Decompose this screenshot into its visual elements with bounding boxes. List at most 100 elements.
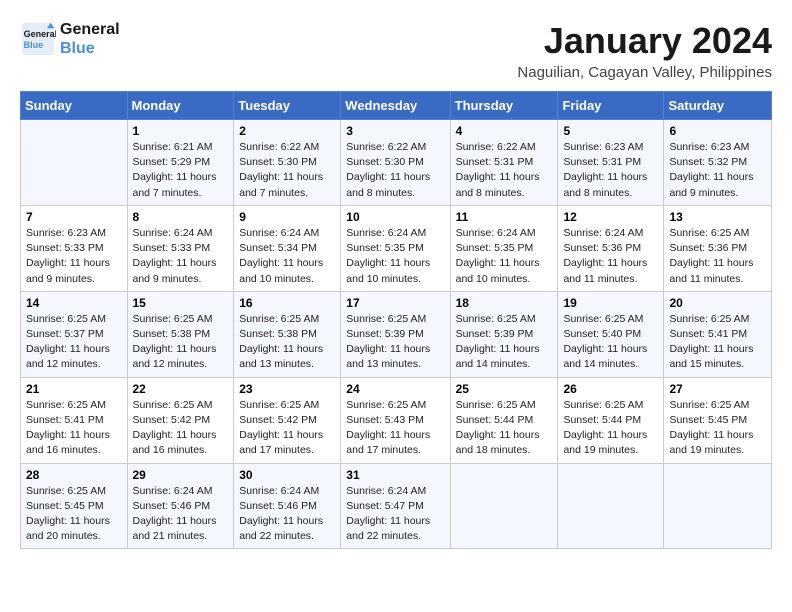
- day-info: Sunrise: 6:24 AMSunset: 5:36 PMDaylight:…: [563, 226, 658, 287]
- calendar-cell: 20 Sunrise: 6:25 AMSunset: 5:41 PMDayligh…: [664, 291, 772, 377]
- day-info: Sunrise: 6:22 AMSunset: 5:31 PMDaylight:…: [456, 140, 553, 201]
- day-number: 23: [239, 382, 335, 396]
- day-info: Sunrise: 6:25 AMSunset: 5:39 PMDaylight:…: [456, 312, 553, 373]
- day-number: 18: [456, 296, 553, 310]
- month-title: January 2024: [517, 20, 772, 62]
- calendar-cell: 23 Sunrise: 6:25 AMSunset: 5:42 PMDayligh…: [234, 377, 341, 463]
- day-info: Sunrise: 6:24 AMSunset: 5:33 PMDaylight:…: [133, 226, 229, 287]
- day-number: 25: [456, 382, 553, 396]
- calendar-week-3: 14 Sunrise: 6:25 AMSunset: 5:37 PMDayligh…: [21, 291, 772, 377]
- day-info: Sunrise: 6:23 AMSunset: 5:33 PMDaylight:…: [26, 226, 122, 287]
- day-number: 28: [26, 468, 122, 482]
- day-info: Sunrise: 6:25 AMSunset: 5:44 PMDaylight:…: [563, 398, 658, 459]
- day-number: 16: [239, 296, 335, 310]
- calendar-cell: [450, 463, 558, 549]
- day-info: Sunrise: 6:25 AMSunset: 5:41 PMDaylight:…: [669, 312, 766, 373]
- weekday-header-wednesday: Wednesday: [341, 92, 450, 120]
- day-number: 8: [133, 210, 229, 224]
- calendar-cell: 29Sunrise: 6:24 AMSunset: 5:46 PMDayligh…: [127, 463, 234, 549]
- calendar-cell: 14 Sunrise: 6:25 AMSunset: 5:37 PMDayligh…: [21, 291, 128, 377]
- weekday-header-saturday: Saturday: [664, 92, 772, 120]
- day-info: Sunrise: 6:25 AMSunset: 5:45 PMDaylight:…: [669, 398, 766, 459]
- logo-text-general: General: [60, 20, 120, 39]
- day-number: 14: [26, 296, 122, 310]
- day-number: 5: [563, 124, 658, 138]
- day-info: Sunrise: 6:25 AMSunset: 5:43 PMDaylight:…: [346, 398, 444, 459]
- day-number: 20: [669, 296, 766, 310]
- calendar-cell: 30Sunrise: 6:24 AMSunset: 5:46 PMDayligh…: [234, 463, 341, 549]
- calendar-cell: 5 Sunrise: 6:23 AMSunset: 5:31 PMDaylight…: [558, 120, 664, 206]
- day-number: 6: [669, 124, 766, 138]
- calendar-cell: 13Sunrise: 6:25 AMSunset: 5:36 PMDayligh…: [664, 205, 772, 291]
- calendar-cell: 3 Sunrise: 6:22 AMSunset: 5:30 PMDaylight…: [341, 120, 450, 206]
- calendar-cell: 1 Sunrise: 6:21 AMSunset: 5:29 PMDaylight…: [127, 120, 234, 206]
- calendar-cell: 25Sunrise: 6:25 AMSunset: 5:44 PMDayligh…: [450, 377, 558, 463]
- logo-icon: General Blue: [20, 21, 56, 57]
- day-number: 11: [456, 210, 553, 224]
- calendar-week-4: 21Sunrise: 6:25 AMSunset: 5:41 PMDayligh…: [21, 377, 772, 463]
- weekday-header-friday: Friday: [558, 92, 664, 120]
- day-info: Sunrise: 6:24 AMSunset: 5:46 PMDaylight:…: [133, 484, 229, 545]
- logo: General Blue General Blue: [20, 20, 120, 58]
- day-info: Sunrise: 6:22 AMSunset: 5:30 PMDaylight:…: [239, 140, 335, 201]
- calendar-cell: 7 Sunrise: 6:23 AMSunset: 5:33 PMDaylight…: [21, 205, 128, 291]
- day-number: 17: [346, 296, 444, 310]
- day-info: Sunrise: 6:25 AMSunset: 5:45 PMDaylight:…: [26, 484, 122, 545]
- calendar-week-1: 1 Sunrise: 6:21 AMSunset: 5:29 PMDaylight…: [21, 120, 772, 206]
- calendar-body: 1 Sunrise: 6:21 AMSunset: 5:29 PMDaylight…: [21, 120, 772, 549]
- calendar-cell: 6 Sunrise: 6:23 AMSunset: 5:32 PMDaylight…: [664, 120, 772, 206]
- calendar-cell: 8 Sunrise: 6:24 AMSunset: 5:33 PMDaylight…: [127, 205, 234, 291]
- day-info: Sunrise: 6:25 AMSunset: 5:37 PMDaylight:…: [26, 312, 122, 373]
- calendar-cell: 26 Sunrise: 6:25 AMSunset: 5:44 PMDayligh…: [558, 377, 664, 463]
- day-info: Sunrise: 6:23 AMSunset: 5:31 PMDaylight:…: [563, 140, 658, 201]
- svg-text:Blue: Blue: [24, 40, 44, 50]
- day-number: 21: [26, 382, 122, 396]
- day-number: 12: [563, 210, 658, 224]
- day-number: 15: [133, 296, 229, 310]
- calendar-week-2: 7 Sunrise: 6:23 AMSunset: 5:33 PMDaylight…: [21, 205, 772, 291]
- day-info: Sunrise: 6:25 AMSunset: 5:40 PMDaylight:…: [563, 312, 658, 373]
- day-info: Sunrise: 6:25 AMSunset: 5:42 PMDaylight:…: [239, 398, 335, 459]
- calendar-cell: 16 Sunrise: 6:25 AMSunset: 5:38 PMDayligh…: [234, 291, 341, 377]
- calendar-cell: 4 Sunrise: 6:22 AMSunset: 5:31 PMDaylight…: [450, 120, 558, 206]
- day-number: 27: [669, 382, 766, 396]
- calendar-cell: 21Sunrise: 6:25 AMSunset: 5:41 PMDayligh…: [21, 377, 128, 463]
- day-number: 1: [133, 124, 229, 138]
- calendar-week-5: 28 Sunrise: 6:25 AMSunset: 5:45 PMDayligh…: [21, 463, 772, 549]
- day-number: 19: [563, 296, 658, 310]
- calendar-cell: 9Sunrise: 6:24 AMSunset: 5:34 PMDaylight…: [234, 205, 341, 291]
- calendar-cell: [664, 463, 772, 549]
- day-number: 24: [346, 382, 444, 396]
- day-info: Sunrise: 6:21 AMSunset: 5:29 PMDaylight:…: [133, 140, 229, 201]
- weekday-header-row: SundayMondayTuesdayWednesdayThursdayFrid…: [21, 92, 772, 120]
- location-subtitle: Naguilian, Cagayan Valley, Philippines: [517, 64, 772, 81]
- day-info: Sunrise: 6:24 AMSunset: 5:46 PMDaylight:…: [239, 484, 335, 545]
- calendar-cell: [558, 463, 664, 549]
- weekday-header-tuesday: Tuesday: [234, 92, 341, 120]
- day-number: 3: [346, 124, 444, 138]
- day-number: 31: [346, 468, 444, 482]
- day-number: 10: [346, 210, 444, 224]
- calendar-cell: 27 Sunrise: 6:25 AMSunset: 5:45 PMDayligh…: [664, 377, 772, 463]
- day-info: Sunrise: 6:23 AMSunset: 5:32 PMDaylight:…: [669, 140, 766, 201]
- title-block: January 2024 Naguilian, Cagayan Valley, …: [517, 20, 772, 81]
- day-number: 4: [456, 124, 553, 138]
- weekday-header-monday: Monday: [127, 92, 234, 120]
- day-info: Sunrise: 6:24 AMSunset: 5:35 PMDaylight:…: [346, 226, 444, 287]
- day-info: Sunrise: 6:22 AMSunset: 5:30 PMDaylight:…: [346, 140, 444, 201]
- day-info: Sunrise: 6:25 AMSunset: 5:42 PMDaylight:…: [133, 398, 229, 459]
- calendar-cell: 15Sunrise: 6:25 AMSunset: 5:38 PMDayligh…: [127, 291, 234, 377]
- day-number: 26: [563, 382, 658, 396]
- day-number: 22: [133, 382, 229, 396]
- day-info: Sunrise: 6:24 AMSunset: 5:47 PMDaylight:…: [346, 484, 444, 545]
- day-number: 13: [669, 210, 766, 224]
- calendar-cell: 19 Sunrise: 6:25 AMSunset: 5:40 PMDayligh…: [558, 291, 664, 377]
- calendar-cell: 12 Sunrise: 6:24 AMSunset: 5:36 PMDayligh…: [558, 205, 664, 291]
- day-number: 7: [26, 210, 122, 224]
- calendar-cell: 11Sunrise: 6:24 AMSunset: 5:35 PMDayligh…: [450, 205, 558, 291]
- calendar-cell: 10 Sunrise: 6:24 AMSunset: 5:35 PMDayligh…: [341, 205, 450, 291]
- day-info: Sunrise: 6:25 AMSunset: 5:38 PMDaylight:…: [239, 312, 335, 373]
- calendar-cell: 18 Sunrise: 6:25 AMSunset: 5:39 PMDayligh…: [450, 291, 558, 377]
- calendar-cell: 2Sunrise: 6:22 AMSunset: 5:30 PMDaylight…: [234, 120, 341, 206]
- calendar-table: SundayMondayTuesdayWednesdayThursdayFrid…: [20, 91, 772, 549]
